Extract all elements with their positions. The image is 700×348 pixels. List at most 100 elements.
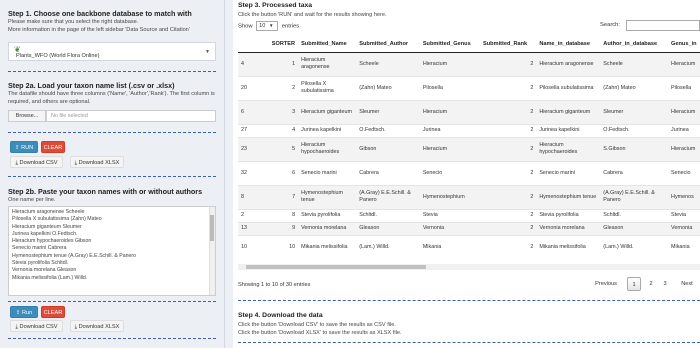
pagination-page[interactable]: 3 [658,277,672,291]
table-info: Showing 1 to 10 of 30 entries [238,282,311,288]
table-row[interactable]: 23 5 Hieracium hypochaeroides Gibson Hieraci… [238,136,700,161]
table-row[interactable]: 10 10 Mikania melissifolia (Lam.) Willd. Mik… [238,234,700,259]
table-row[interactable]: 6 3 Hieracium giganteum Sleumer Hieracium 2 Hi… [238,99,700,124]
table-cell: Sleumer [356,99,420,124]
upload-icon: ⇪ [14,145,20,151]
pagination-page[interactable]: 1 [627,277,641,291]
taxon-names-textarea[interactable]: Hieracium aragonense Scheele Pilosella X… [8,206,216,296]
file-input[interactable]: Browse... No file selected [8,110,216,122]
table-cell: 2 [238,208,269,222]
table-cell: Stevia [419,208,481,222]
column-header[interactable] [238,36,269,53]
download-csv-button[interactable]: ⤓ Download CSV [10,320,63,332]
download-icon: ⤓ [74,160,78,166]
file-name-display: No file selected [46,110,216,122]
table-cell: Scheele [356,51,420,76]
table-cell: Senecio marini [298,160,357,185]
table-row[interactable]: 8 7 Hymenostephium tenue (A.Gray) E.E.Schil… [238,184,700,209]
table-cell: Hieracium [419,51,481,76]
results-table: SORTER Submitted_Name Submitted_Author S… [238,36,700,259]
table-cell: Jurinea [419,123,481,137]
table-cell: Mikania melissifolia [536,234,601,259]
search-label: Search: [600,22,620,28]
column-header[interactable]: Submitted_Genus [419,36,481,53]
table-cell: 10 [238,234,269,259]
textarea-line: Hymenostephium tenue (A.Gray) E.E.Schill… [12,252,136,259]
table-row[interactable]: 27 4 Jurinea kapelkini O.Fedtsch. Jurinea 2 Ju… [238,123,700,137]
table-cell: 2 [480,136,537,161]
table-cell: Mikania melissifolia [298,234,357,259]
column-header[interactable]: Name_in_database [536,36,601,53]
step4-line1: Click the button 'Download CSV' to save … [238,322,396,328]
table-row[interactable]: 20 2 Pilosella X subulatissima (Zahn) Mateo… [238,75,700,100]
table-cell: Hieracium giganteum [536,99,601,124]
textarea-line: Mikania melissifolia (Lam.) Willd. [12,274,88,281]
column-header[interactable]: SORTER [268,36,299,53]
download-xlsx-button[interactable]: ⤓ Download XLSX [70,320,124,332]
run-file-button[interactable]: ⇪ RUN [10,141,38,153]
show-label: Show [238,23,253,30]
table-cell: Pilosella [668,75,700,100]
table-cell: Gleason [600,221,669,235]
run-file-label: RUN [21,145,34,151]
table-cell: Mikania [668,234,700,259]
table-cell: Jurinea [668,123,700,137]
textarea-line: Hieracium giganteum Sleumer [12,223,82,230]
table-row[interactable]: 2 8 Stevia pyrolifolia Schltdl. Stevia 2 Stevi… [238,208,700,222]
column-header[interactable]: Genus_in [668,36,700,53]
download-xlsx-button[interactable]: ⤓ Download XLSX [70,156,124,168]
table-cell: Senecio marini [536,160,601,185]
table-cell: 6 [238,99,269,124]
search-input[interactable] [626,20,700,31]
table-cell: Jurinea kapelkini [536,123,601,137]
table-cell: Cabrera [356,160,420,185]
table-cell: O.Fedtsch. [600,123,669,137]
table-cell: (A.Gray) E.E.Schill. & Panero [356,184,420,209]
clear-paste-button[interactable]: CLEAR [41,306,65,318]
table-cell: 10 [268,234,299,259]
table-row[interactable]: 13 9 Vernonia morelana Gleason Vernonia 2 Vern… [238,221,700,235]
database-select[interactable]: ❦ Plants_WFO (World Flora Online) ▼ [8,42,216,61]
step1-line1: Please make sure that you select the rig… [8,19,139,25]
pagination-next[interactable]: Next [677,277,697,291]
table-cell: Hieracium [668,99,700,124]
section-divider [8,301,216,302]
table-row[interactable]: 32 6 Senecio marini Cabrera Senecio 2 Senecio … [238,160,700,185]
table-cell: Hieracium [668,51,700,76]
pagination-previous[interactable]: Previous [592,277,620,291]
browse-button[interactable]: Browse... [8,110,46,122]
column-header[interactable]: Submitted_Author [356,36,420,53]
clear-file-button[interactable]: CLEAR [41,141,65,153]
table-cell: 8 [238,184,269,209]
table-cell: Senecio [419,160,481,185]
step4-title: Step 4. Download the data [238,312,323,319]
download-csv-button[interactable]: ⤓ Download CSV [10,156,63,168]
textarea-line: Senecio marini Cabrera [12,245,67,252]
table-cell: 2 [480,51,537,76]
step1-line2: More information in the page of the left… [8,27,190,33]
column-header[interactable]: Submitted_Rank [480,36,537,53]
table-row[interactable]: 4 1 Hieracium aragonense Scheele Hieracium 2 H… [238,51,700,76]
textarea-scrollbar[interactable] [209,207,215,295]
page-length-select[interactable]: 10 ▼ [256,21,279,31]
table-cell: 8 [268,208,299,222]
scrollbar-thumb[interactable] [210,215,214,241]
table-cell: Stevia pyrolifolia [298,208,357,222]
table-cell: 2 [480,160,537,185]
column-header[interactable]: Author_in_database [600,36,669,53]
section-divider [8,338,216,339]
section-divider [238,342,700,343]
download-icon: ⤓ [15,324,18,330]
section-divider [8,132,216,133]
table-cell: Hieracium [419,99,481,124]
scrollbar-thumb[interactable] [246,265,426,269]
table-cell: 23 [238,136,269,161]
table-cell: Hieracium hypochaeroides [298,136,357,161]
column-header[interactable]: Submitted_Name [298,36,357,53]
pagination-page[interactable]: 2 [644,277,658,291]
download-xlsx-label: Download XLSX [78,160,120,166]
table-cell: Schltdl. [356,208,420,222]
run-paste-button[interactable]: ⇪ Run [10,306,38,318]
horizontal-scrollbar[interactable] [238,264,700,270]
download-xlsx-label: Download XLSX [78,324,120,330]
